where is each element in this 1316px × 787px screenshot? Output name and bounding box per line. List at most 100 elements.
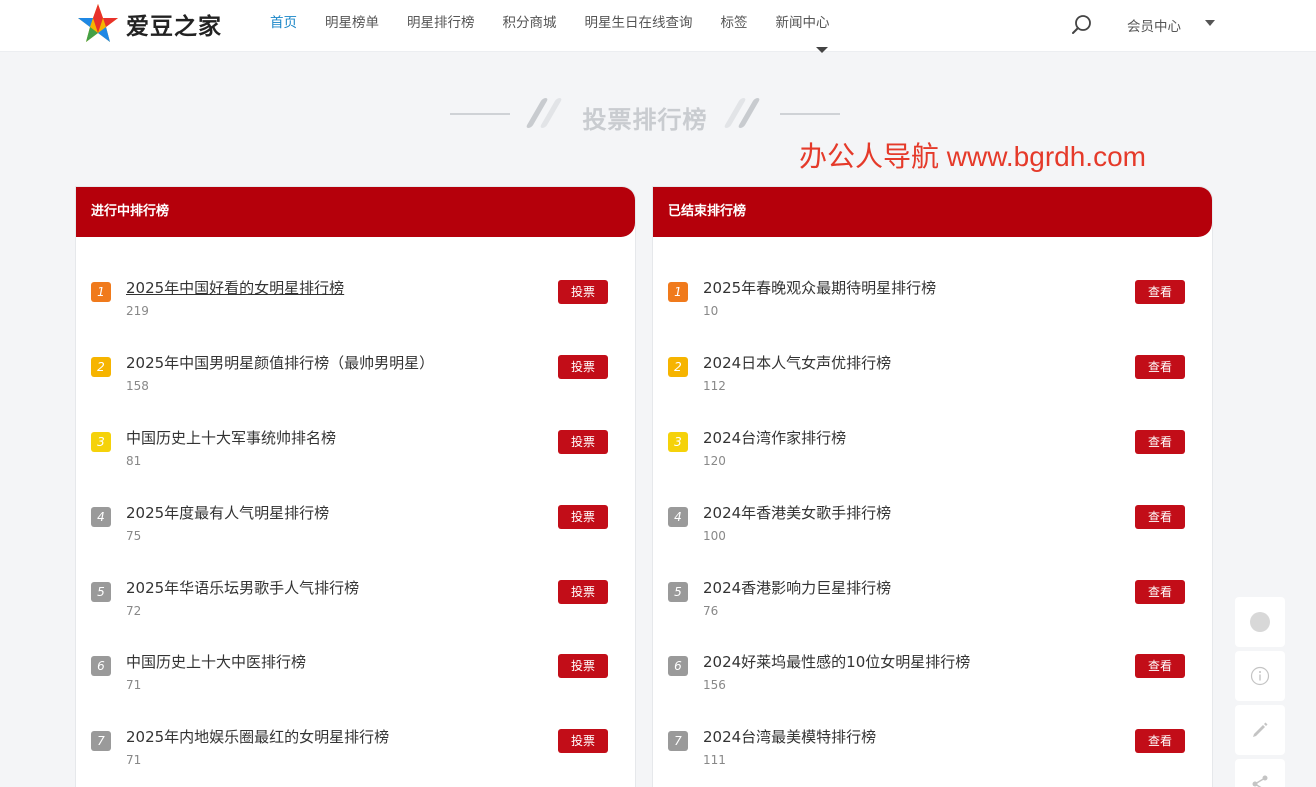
list-item: 7 2025年内地娱乐圈最红的女明星排行榜 71 投票 [76, 716, 635, 776]
list-item: 6 中国历史上十大中医排行榜 71 投票 [76, 641, 635, 701]
vote-button[interactable]: 投票 [558, 580, 608, 604]
vote-count: 120 [703, 454, 726, 468]
edit-tool-button[interactable] [1235, 705, 1285, 755]
divider-line [450, 113, 510, 115]
ranking-title-link[interactable]: 2024年香港美女歌手排行榜 [703, 502, 891, 523]
info-tool-button[interactable] [1235, 651, 1285, 701]
avatar-tool-button[interactable] [1235, 597, 1285, 647]
nav-item-birthday-query[interactable]: 明星生日在线查询 [571, 0, 707, 46]
vote-count: 71 [126, 678, 142, 692]
rank-badge: 5 [668, 582, 688, 602]
vote-count: 219 [126, 304, 149, 318]
list-item: 3 2024台湾作家排行榜 120 查看 [653, 417, 1212, 477]
vote-count: 75 [126, 529, 142, 543]
panel-header: 已结束排行榜 [653, 187, 1212, 237]
vote-count: 111 [703, 753, 726, 767]
divider-line [780, 113, 840, 115]
list-item: 1 2025年中国好看的女明星排行榜 219 投票 [76, 267, 635, 327]
list-item: 2 2025年中国男明星颜值排行榜（最帅男明星） 158 投票 [76, 342, 635, 402]
vote-count: 76 [703, 604, 719, 618]
vote-count: 71 [126, 753, 142, 767]
view-button[interactable]: 查看 [1135, 355, 1185, 379]
ranking-title-link[interactable]: 2025年中国好看的女明星排行榜 [126, 277, 344, 298]
ranking-title-link[interactable]: 2025年中国男明星颜值排行榜（最帅男明星） [126, 352, 434, 373]
vote-button[interactable]: 投票 [558, 654, 608, 678]
vote-count: 100 [703, 529, 726, 543]
section-heading: 投票排行榜 [450, 96, 840, 134]
info-icon [1250, 666, 1270, 686]
vote-count: 81 [126, 454, 142, 468]
rank-badge: 7 [668, 731, 688, 751]
ranking-title-link[interactable]: 2025年春晚观众最期待明星排行榜 [703, 277, 936, 298]
list-item: 5 2025年华语乐坛男歌手人气排行榜 72 投票 [76, 567, 635, 627]
ranking-title-link[interactable]: 2025年内地娱乐圈最红的女明星排行榜 [126, 726, 389, 747]
share-icon [1252, 775, 1268, 787]
site-logo[interactable]: 爱豆之家 [76, 2, 222, 46]
nav-item-news[interactable]: 新闻中心 [762, 0, 844, 46]
vote-count: 10 [703, 304, 719, 318]
star-logo-icon [78, 4, 118, 42]
list-item: 4 2024年香港美女歌手排行榜 100 查看 [653, 492, 1212, 552]
member-center-link[interactable]: 会员中心 [1127, 15, 1181, 35]
share-tool-button[interactable] [1235, 759, 1285, 787]
ranking-title-link[interactable]: 2024台湾最美模特排行榜 [703, 726, 876, 747]
list-item: 4 2025年度最有人气明星排行榜 75 投票 [76, 492, 635, 552]
floating-toolbar [1235, 597, 1285, 787]
view-button[interactable]: 查看 [1135, 505, 1185, 529]
list-item: 1 2025年春晚观众最期待明星排行榜 10 查看 [653, 267, 1212, 327]
vote-button[interactable]: 投票 [558, 505, 608, 529]
rank-badge: 3 [91, 432, 111, 452]
section-title: 投票排行榜 [582, 106, 708, 134]
nav-item-points-mall[interactable]: 积分商城 [489, 0, 571, 46]
list-item: 2 2024日本人气女声优排行榜 112 查看 [653, 342, 1212, 402]
ranking-title-link[interactable]: 2024日本人气女声优排行榜 [703, 352, 891, 373]
ongoing-ranking-panel: 进行中排行榜 1 2025年中国好看的女明星排行榜 219 投票 2 2025年… [75, 186, 636, 787]
pencil-icon [1253, 722, 1268, 737]
vote-button[interactable]: 投票 [558, 280, 608, 304]
rank-badge: 1 [91, 282, 111, 302]
rank-badge: 4 [91, 507, 111, 527]
list-item: 6 2024好莱坞最性感的10位女明星排行榜 156 查看 [653, 641, 1212, 701]
rank-badge: 2 [668, 357, 688, 377]
watermark-text: 办公人导航 www.bgrdh.com [799, 141, 1146, 172]
ranking-title-link[interactable]: 2025年度最有人气明星排行榜 [126, 502, 329, 523]
avatar-dot-icon [1250, 612, 1270, 632]
nav-item-tags[interactable]: 标签 [707, 0, 762, 46]
ranking-title-link[interactable]: 2024好莱坞最性感的10位女明星排行榜 [703, 651, 970, 672]
rank-badge: 3 [668, 432, 688, 452]
ranking-title-link[interactable]: 2024台湾作家排行榜 [703, 427, 846, 448]
chevron-down-icon[interactable] [1205, 20, 1215, 26]
list-item: 7 2024台湾最美模特排行榜 111 查看 [653, 716, 1212, 776]
vote-button[interactable]: 投票 [558, 355, 608, 379]
view-button[interactable]: 查看 [1135, 654, 1185, 678]
ranking-title-link[interactable]: 中国历史上十大中医排行榜 [126, 651, 306, 672]
rank-badge: 1 [668, 282, 688, 302]
view-button[interactable]: 查看 [1135, 729, 1185, 753]
news-dropdown-caret-icon [816, 47, 828, 53]
search-icon[interactable] [1071, 14, 1093, 36]
view-button[interactable]: 查看 [1135, 280, 1185, 304]
site-name: 爱豆之家 [126, 13, 222, 40]
view-button[interactable]: 查看 [1135, 580, 1185, 604]
ended-ranking-panel: 已结束排行榜 1 2025年春晚观众最期待明星排行榜 10 查看 2 2024日… [652, 186, 1213, 787]
panel-header: 进行中排行榜 [76, 187, 635, 237]
list-item: 5 2024香港影响力巨星排行榜 76 查看 [653, 567, 1212, 627]
list-item: 3 中国历史上十大军事统帅排名榜 81 投票 [76, 417, 635, 477]
top-header: 爱豆之家 首页 明星榜单 明星排行榜 积分商城 明星生日在线查询 标签 新闻中心… [0, 0, 1316, 53]
ranking-title-link[interactable]: 2025年华语乐坛男歌手人气排行榜 [126, 577, 359, 598]
ranking-title-link[interactable]: 中国历史上十大军事统帅排名榜 [126, 427, 336, 448]
vote-button[interactable]: 投票 [558, 729, 608, 753]
nav-item-home[interactable]: 首页 [256, 0, 311, 46]
rank-badge: 7 [91, 731, 111, 751]
vote-count: 158 [126, 379, 149, 393]
vote-count: 156 [703, 678, 726, 692]
rank-badge: 2 [91, 357, 111, 377]
vote-button[interactable]: 投票 [558, 430, 608, 454]
rank-badge: 5 [91, 582, 111, 602]
view-button[interactable]: 查看 [1135, 430, 1185, 454]
ranking-title-link[interactable]: 2024香港影响力巨星排行榜 [703, 577, 891, 598]
rank-badge: 6 [91, 656, 111, 676]
rank-badge: 4 [668, 507, 688, 527]
nav-item-star-lists[interactable]: 明星榜单 [311, 0, 393, 46]
nav-item-star-ranking[interactable]: 明星排行榜 [393, 0, 489, 46]
